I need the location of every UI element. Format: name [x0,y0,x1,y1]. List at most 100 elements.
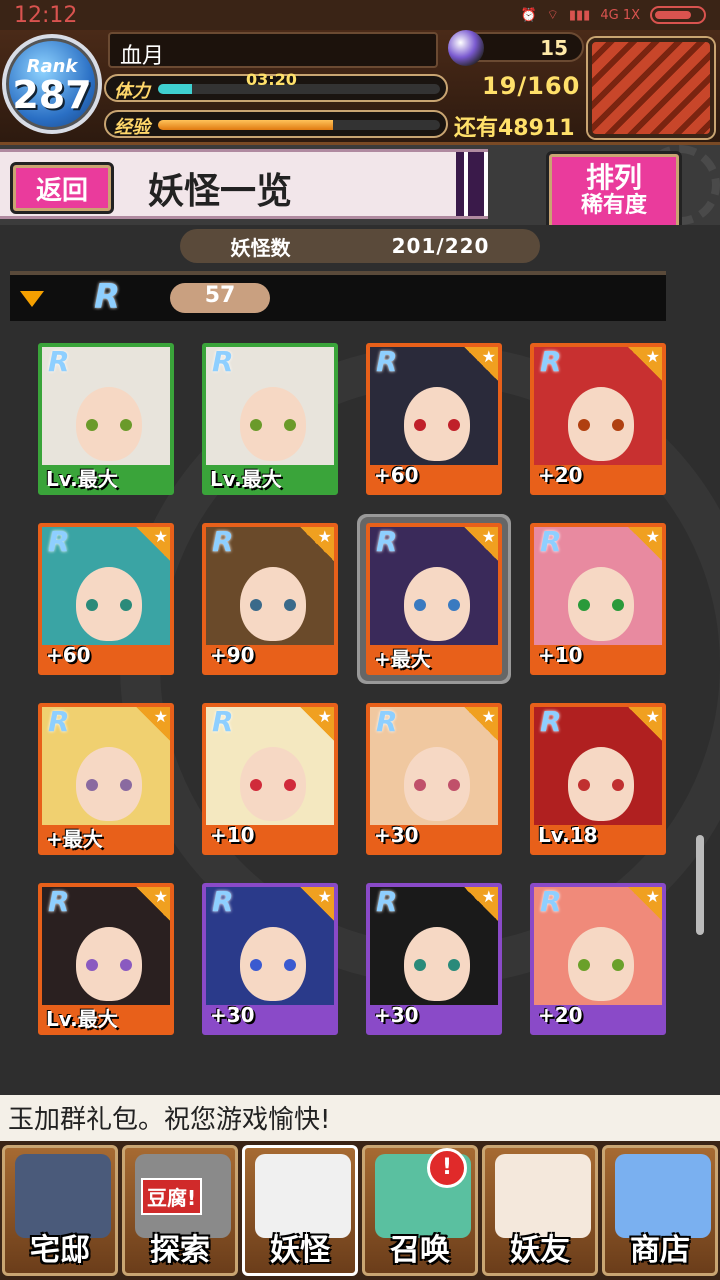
network-label: 4G 1X [600,7,640,23]
yokai-card[interactable]: R ★ Lv.最大 [38,883,174,1035]
nav-label: 宅邸 [30,1233,90,1268]
rarity-r-icon: R [94,277,121,317]
gem-count: 15 [540,36,568,60]
favorite-star-icon: ★ [136,707,170,741]
yokai-level: Lv.最大 [210,467,282,491]
yokai-card[interactable]: R ★ +60 [366,343,502,495]
nav-yokai-button[interactable]: 妖怪 [242,1145,358,1276]
rarity-r-icon: R [376,885,398,918]
yokai-card[interactable]: R ★ Lv.18 [530,703,666,855]
yokai-level: +90 [210,643,255,667]
treasure-chest-icon[interactable] [588,38,714,138]
nav-mansion-button[interactable]: 宅邸 [2,1145,118,1276]
yokai-level: Lv.最大 [46,1007,118,1031]
sort-label: 排列 [585,161,642,194]
nav-label: 妖怪 [270,1233,330,1268]
bottom-nav: 宅邸 探索 豆腐! 妖怪 召唤! 妖友 商店 [0,1141,720,1280]
player-header: Rank 287 血月 体力 03:20 经验 15 19/160 还有4891… [0,30,720,145]
exp-label: 经验 [114,117,150,138]
yokai-level: +10 [210,823,255,847]
rarity-r-icon: R [48,885,70,918]
rarity-r-icon: R [48,525,70,558]
yokai-eyes [86,419,132,431]
yokai-card[interactable]: R Lv.最大 [202,343,338,495]
nav-label: 商店 [630,1233,690,1268]
yokai-card[interactable]: R ★ +60 [38,523,174,675]
rarity-r-icon: R [540,525,562,558]
rarity-r-icon: R [48,705,70,738]
rarity-r-icon: R [212,885,234,918]
collapse-triangle-icon[interactable] [20,291,44,307]
scrollbar[interactable] [696,835,704,935]
yokai-level: +60 [46,643,91,667]
favorite-star-icon: ★ [628,527,662,561]
yokai-level: +最大 [46,827,103,851]
rarity-r-icon: R [540,705,562,738]
yokai-card[interactable]: R ★ +最大 [366,523,502,675]
yokai-level: +30 [374,1003,419,1027]
yokai-card[interactable]: R ★ +30 [366,883,502,1035]
stamina-label: 体力 [114,81,150,102]
rank-value: 287 [12,72,92,117]
yokai-card[interactable]: R ★ +最大 [38,703,174,855]
yokai-level: +10 [538,643,583,667]
rarity-group-header[interactable]: R 57 [10,271,666,321]
yokai-card[interactable]: R ★ +30 [202,883,338,1035]
signal-icon: ▮▮▮ [568,7,591,23]
yokai-eyes [250,419,296,431]
favorite-star-icon: ★ [628,707,662,741]
yokai-card[interactable]: R Lv.最大 [38,343,174,495]
yokai-card[interactable]: R ★ +10 [530,523,666,675]
status-icons: ⏰ ⌔ ▮▮▮ 4G 1X [520,6,706,24]
status-bar: 12:12 ⏰ ⌔ ▮▮▮ 4G 1X [0,0,720,30]
stamina-timer: 03:20 [246,70,297,89]
yokai-eyes [414,599,460,611]
back-button[interactable]: 返回 [10,162,114,214]
stamina-bar: 体力 03:20 [104,70,448,102]
stamina-fill [158,84,192,94]
sort-button[interactable]: 排列 稀有度 [546,151,682,231]
yokai-card[interactable]: R ★ +20 [530,343,666,495]
favorite-star-icon: ★ [464,887,498,921]
favorite-star-icon: ★ [628,887,662,921]
rarity-r-icon: R [212,705,234,738]
alert-badge-icon: ! [427,1148,467,1188]
nav-shop-button[interactable]: 商店 [602,1145,718,1276]
exp-track [158,120,440,130]
yokai-eyes [578,959,624,971]
favorite-star-icon: ★ [300,707,334,741]
rank-badge[interactable]: Rank 287 [2,34,102,134]
rarity-r-icon: R [376,705,398,738]
ticker-text: 玉加群礼包。祝您游戏愉快! [8,1105,331,1135]
yokai-card[interactable]: R ★ +10 [202,703,338,855]
yokai-eyes [250,959,296,971]
favorite-star-icon: ★ [464,707,498,741]
yokai-level: +最大 [374,647,431,671]
battery-icon [650,6,706,24]
yokai-card[interactable]: R ★ +90 [202,523,338,675]
gem-counter[interactable]: 15 [448,30,584,66]
nav-friends-button[interactable]: 妖友 [482,1145,598,1276]
tofu-badge: 豆腐! [141,1178,203,1215]
yokai-card[interactable]: R ★ +20 [530,883,666,1035]
rarity-r-icon: R [540,345,562,378]
nav-explore-button[interactable]: 探索 豆腐! [122,1145,238,1276]
exp-bar: 经验 [104,110,448,138]
exp-remaining: 还有48911 [454,116,575,141]
player-name: 血月 [108,32,438,69]
favorite-star-icon: ★ [300,527,334,561]
yokai-eyes [578,599,624,611]
yokai-level: +60 [374,463,419,487]
favorite-star-icon: ★ [136,887,170,921]
favorite-star-icon: ★ [300,887,334,921]
yokai-list[interactable]: 妖怪数 201/220 R 57 R Lv.最大 R Lv.最大 R ★ +60 R ★ +20 R… [0,225,720,1095]
yokai-eyes [578,779,624,791]
yokai-level: +20 [538,1003,583,1027]
rarity-r-icon: R [212,525,234,558]
nav-summon-button[interactable]: 召唤! [362,1145,478,1276]
page-title: 妖怪一览 [148,170,293,212]
title-decoration [456,152,488,216]
gem-icon [448,30,484,66]
yokai-card[interactable]: R ★ +30 [366,703,502,855]
yokai-eyes [250,599,296,611]
